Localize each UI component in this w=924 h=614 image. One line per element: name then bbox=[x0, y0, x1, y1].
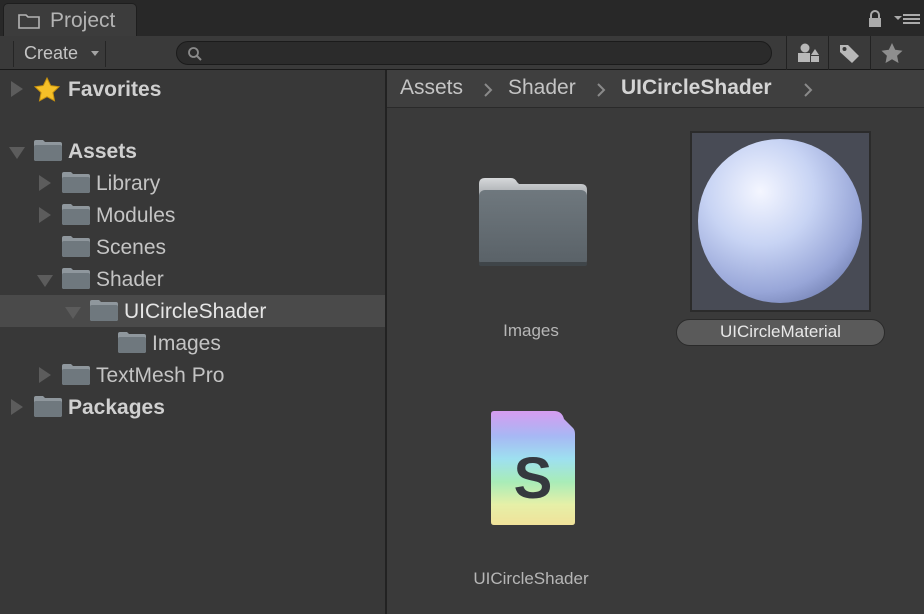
chevron-right-icon bbox=[484, 83, 493, 97]
asset-shader[interactable]: S UICircleShader bbox=[461, 410, 601, 600]
tree-item-favorites[interactable]: Favorites bbox=[0, 73, 385, 105]
folder-icon bbox=[90, 300, 118, 321]
search-field[interactable] bbox=[176, 41, 772, 65]
folder-icon bbox=[62, 268, 90, 289]
asset-label-material: UICircleMaterial bbox=[720, 322, 841, 341]
breadcrumb: Assets Shader UICircleShader bbox=[387, 70, 924, 108]
expand-arrow-icon[interactable] bbox=[39, 367, 51, 383]
breadcrumb-item-shader[interactable]: Shader bbox=[508, 76, 576, 100]
tree-item-uicircleshader[interactable]: UICircleShader bbox=[0, 295, 385, 327]
tree-label-packages: Packages bbox=[68, 396, 165, 419]
asset-folder-images[interactable]: Images bbox=[471, 170, 591, 350]
tree-label-uicircleshader: UICircleShader bbox=[124, 300, 267, 323]
tree-item-modules[interactable]: Modules bbox=[0, 199, 385, 231]
chevron-right-icon bbox=[597, 83, 606, 97]
shader-file-icon: S bbox=[491, 411, 575, 525]
tree-label-scenes: Scenes bbox=[96, 236, 167, 259]
project-tab[interactable]: Project bbox=[3, 3, 137, 36]
tree-label-shader: Shader bbox=[96, 268, 164, 291]
star-icon bbox=[33, 77, 61, 102]
create-label: Create bbox=[24, 43, 79, 63]
favorite-button[interactable] bbox=[870, 36, 912, 70]
collapse-arrow-icon[interactable] bbox=[65, 307, 81, 319]
chevron-right-icon bbox=[804, 83, 813, 97]
menu-icon[interactable] bbox=[893, 12, 921, 26]
tree-item-images[interactable]: Images bbox=[0, 327, 385, 359]
toolbar: Create bbox=[0, 36, 924, 70]
dropdown-arrow-icon bbox=[91, 51, 99, 56]
tree-label-textmeshpro: TextMesh Pro bbox=[96, 364, 225, 387]
favorite-star-icon bbox=[881, 43, 903, 63]
folder-icon bbox=[62, 236, 90, 257]
tree-item-library[interactable]: Library bbox=[0, 167, 385, 199]
collapse-arrow-icon[interactable] bbox=[9, 147, 25, 159]
lock-icon[interactable] bbox=[867, 10, 883, 28]
asset-label-shader: UICircleShader bbox=[473, 569, 589, 588]
expand-arrow-icon[interactable] bbox=[11, 81, 23, 97]
tree-item-packages[interactable]: Packages bbox=[0, 391, 385, 423]
search-icon bbox=[188, 47, 202, 61]
folder-icon bbox=[62, 364, 90, 385]
tree-item-assets[interactable]: Assets bbox=[0, 135, 385, 167]
asset-browser-panel: Assets Shader UICircleShader Images UICi… bbox=[387, 70, 924, 614]
svg-text:S: S bbox=[514, 446, 553, 511]
tree-label-modules: Modules bbox=[96, 204, 176, 227]
asset-material-thumbnail[interactable] bbox=[690, 131, 871, 312]
tree-label-favorites: Favorites bbox=[68, 78, 162, 101]
filter-by-type-button[interactable] bbox=[786, 36, 828, 70]
folder-icon bbox=[34, 140, 62, 161]
expand-arrow-icon[interactable] bbox=[39, 207, 51, 223]
folder-icon bbox=[479, 178, 587, 266]
folder-icon bbox=[18, 14, 40, 29]
folder-icon bbox=[34, 396, 62, 417]
material-sphere-icon bbox=[698, 139, 862, 303]
folder-tree-panel: Favorites Assets Library Modules Scenes … bbox=[0, 70, 385, 614]
filter-by-label-button[interactable] bbox=[828, 36, 870, 70]
tree-item-textmeshpro[interactable]: TextMesh Pro bbox=[0, 359, 385, 391]
filter-by-label-icon bbox=[840, 45, 859, 63]
collapse-arrow-icon[interactable] bbox=[37, 275, 53, 287]
asset-label-material-selected[interactable]: UICircleMaterial bbox=[676, 319, 885, 346]
breadcrumb-item-assets[interactable]: Assets bbox=[400, 76, 463, 100]
folder-icon bbox=[62, 172, 90, 193]
folder-icon bbox=[62, 204, 90, 225]
tab-bar: Project bbox=[0, 0, 924, 36]
tree-item-shader[interactable]: Shader bbox=[0, 263, 385, 295]
expand-arrow-icon[interactable] bbox=[11, 399, 23, 415]
tree-label-images: Images bbox=[152, 332, 221, 355]
tree-label-library: Library bbox=[96, 172, 161, 195]
search-input[interactable] bbox=[207, 43, 761, 65]
filter-by-type-icon bbox=[798, 43, 819, 62]
tab-title: Project bbox=[50, 9, 116, 32]
tree-label-assets: Assets bbox=[68, 140, 137, 163]
breadcrumb-item-uicircleshader[interactable]: UICircleShader bbox=[621, 76, 772, 100]
expand-arrow-icon[interactable] bbox=[39, 175, 51, 191]
folder-icon bbox=[118, 332, 146, 353]
create-button[interactable]: Create bbox=[13, 41, 106, 67]
tree-item-scenes[interactable]: Scenes bbox=[0, 231, 385, 263]
asset-label-images: Images bbox=[503, 321, 559, 340]
